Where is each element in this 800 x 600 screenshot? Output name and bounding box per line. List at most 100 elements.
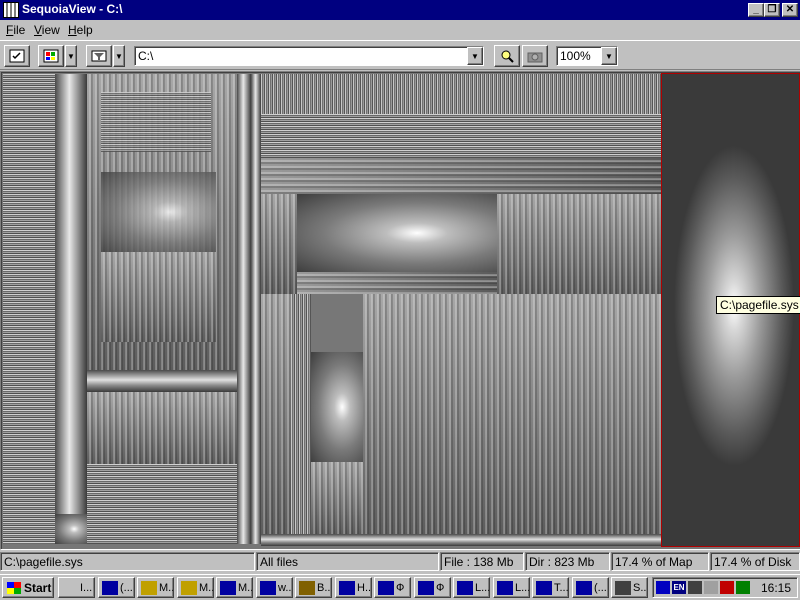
- filter-icon: [91, 50, 107, 62]
- system-tray: EN 16:15: [652, 577, 798, 598]
- minimize-button[interactable]: _: [748, 3, 764, 17]
- treemap-cell[interactable]: [261, 114, 661, 158]
- taskbar-task-button[interactable]: M...: [216, 577, 253, 598]
- start-button[interactable]: Start: [2, 577, 54, 598]
- taskbar-task-button[interactable]: B...: [295, 577, 332, 598]
- volume-icon[interactable]: [688, 581, 702, 594]
- select-drive-button[interactable]: [4, 45, 30, 67]
- app-icon: [220, 580, 236, 595]
- close-button[interactable]: ✕: [782, 3, 798, 17]
- language-indicator[interactable]: EN: [672, 581, 686, 594]
- taskbar-task-button[interactable]: (...: [98, 577, 135, 598]
- app-icon: [378, 580, 394, 595]
- treemap-cell[interactable]: [55, 514, 87, 544]
- menu-file[interactable]: File: [6, 23, 25, 37]
- taskbar-task-button[interactable]: Ф: [374, 577, 411, 598]
- app-icon: [260, 580, 276, 595]
- taskbar-task-button[interactable]: (...: [572, 577, 609, 598]
- treemap-cell[interactable]: [3, 74, 55, 544]
- status-disk-percent: 17.4 % of Disk: [710, 552, 800, 571]
- taskbar-task-button[interactable]: T...: [532, 577, 569, 598]
- taskbar-task-button[interactable]: L...: [453, 577, 490, 598]
- taskbar-task-button[interactable]: M...: [177, 577, 214, 598]
- taskbar-task-button[interactable]: L...: [493, 577, 530, 598]
- gear-icon[interactable]: [736, 581, 750, 594]
- treemap-view[interactable]: [0, 71, 800, 550]
- app-icon: [418, 580, 434, 595]
- path-combobox[interactable]: C:\ ▼: [134, 46, 484, 66]
- treemap-cell[interactable]: [101, 252, 216, 342]
- clock: 16:15: [760, 581, 791, 595]
- treemap-cell[interactable]: [261, 158, 661, 194]
- treemap-cell[interactable]: [101, 172, 216, 252]
- minimize-icon: _: [753, 4, 759, 15]
- app-icon: [536, 580, 552, 595]
- app-icon: [339, 580, 355, 595]
- treemap-cell[interactable]: [363, 294, 661, 534]
- magnifier-icon: [501, 50, 514, 63]
- zoom-value: 100%: [560, 49, 591, 63]
- app-icon[interactable]: [3, 2, 19, 18]
- menu-view[interactable]: View: [34, 23, 60, 37]
- taskbar-task-button[interactable]: H...: [335, 577, 372, 598]
- path-dropdown-button[interactable]: ▼: [467, 47, 483, 65]
- treemap-cell[interactable]: [261, 294, 291, 534]
- windows-logo-icon: [7, 581, 21, 594]
- taskbar-task-label: L...: [475, 581, 490, 594]
- treemap-cell[interactable]: [497, 194, 661, 294]
- zoom-combobox[interactable]: 100% ▼: [556, 46, 618, 66]
- treemap-cell[interactable]: [291, 294, 311, 534]
- title-bar[interactable]: SequoiaView - C:\ _ ❐ ✕: [0, 0, 800, 20]
- treemap-cell[interactable]: [101, 92, 211, 152]
- treemap-cell[interactable]: [297, 194, 497, 272]
- close-icon: ✕: [785, 4, 795, 15]
- status-path: C:\pagefile.sys: [0, 552, 255, 571]
- network-icon[interactable]: [656, 581, 670, 594]
- filter-dropdown[interactable]: ▼: [113, 45, 125, 67]
- color-scheme-button[interactable]: [38, 45, 64, 67]
- app-icon: [102, 580, 118, 595]
- treemap-cell[interactable]: [55, 74, 87, 514]
- camera-button[interactable]: [522, 45, 548, 67]
- menu-bar: File View Help: [0, 20, 800, 40]
- treemap-cell[interactable]: [311, 352, 363, 462]
- settings-icon[interactable]: [704, 581, 718, 594]
- treemap-cell[interactable]: [261, 194, 297, 294]
- app-icon: [299, 580, 315, 595]
- treemap-cell[interactable]: [87, 464, 237, 544]
- antivirus-icon[interactable]: [720, 581, 734, 594]
- taskbar-task-button[interactable]: S...: [611, 577, 648, 598]
- treemap-cell[interactable]: [297, 272, 497, 294]
- zoom-dropdown-button[interactable]: ▼: [601, 47, 617, 65]
- color-scheme-icon: [43, 49, 59, 63]
- window-title: SequoiaView - C:\: [22, 2, 123, 16]
- taskbar-task-button[interactable]: w...: [256, 577, 293, 598]
- menu-help[interactable]: Help: [68, 23, 93, 37]
- treemap-cell[interactable]: [261, 534, 661, 546]
- color-scheme-dropdown[interactable]: ▼: [65, 45, 77, 67]
- checklist-icon: [9, 49, 25, 63]
- app-icon: [457, 580, 473, 595]
- taskbar-task-button[interactable]: I...: [58, 577, 95, 598]
- taskbar-task-button[interactable]: Ф: [414, 577, 451, 598]
- taskbar-task-label: T...: [554, 581, 569, 594]
- restore-button[interactable]: ❐: [764, 3, 780, 17]
- treemap-cell[interactable]: [311, 462, 363, 534]
- filter-button[interactable]: [86, 45, 112, 67]
- taskbar-task-label: w...: [278, 581, 293, 594]
- app-icon: [576, 580, 592, 595]
- treemap-cell[interactable]: [87, 370, 237, 392]
- treemap-cell[interactable]: [251, 74, 261, 544]
- taskbar-task-button[interactable]: M...: [137, 577, 174, 598]
- treemap-cell[interactable]: [237, 74, 251, 544]
- zoom-in-button[interactable]: [494, 45, 520, 67]
- taskbar-task-label: M...: [159, 581, 174, 594]
- app-icon: [181, 580, 197, 595]
- taskbar-task-label: L...: [515, 581, 530, 594]
- taskbar-task-label: (...: [594, 581, 607, 594]
- start-label: Start: [24, 580, 52, 595]
- taskbar-task-label: B...: [317, 581, 332, 594]
- status-bar: C:\pagefile.sys All files File : 138 Mb …: [0, 549, 800, 573]
- treemap-cell[interactable]: [261, 74, 661, 114]
- treemap-cell[interactable]: [87, 392, 237, 464]
